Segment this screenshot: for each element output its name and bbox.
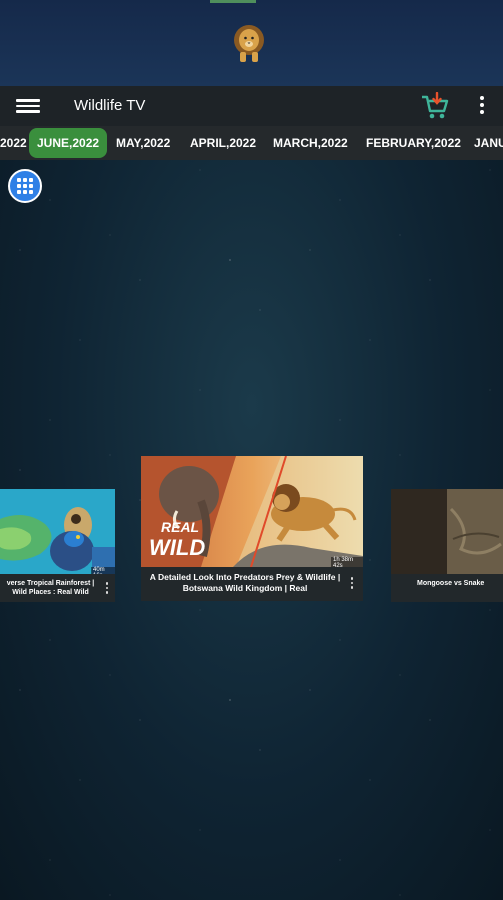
video-caption: verse Tropical Rainforest | Wild Places …: [0, 574, 115, 602]
thumbnail-real-text: REAL: [161, 519, 199, 535]
lion-logo-icon: [234, 25, 264, 62]
header-banner: [0, 0, 503, 86]
video-thumbnail: [391, 489, 503, 574]
video-thumbnail: [0, 489, 115, 574]
more-vertical-icon[interactable]: [476, 94, 488, 118]
tab-january-2022[interactable]: JANU: [466, 128, 503, 158]
video-caption: Mongoose vs Snake: [391, 574, 503, 602]
card-more-icon[interactable]: [102, 582, 112, 596]
grid-apps-icon: [17, 178, 33, 194]
video-card-botswana[interactable]: REAL WILD 1h 38m 42s A Detailed Look Int…: [141, 456, 363, 601]
tab-april-2022[interactable]: APRIL,2022: [182, 128, 264, 158]
thumbnail-wild-text: WILD: [149, 535, 205, 560]
grid-apps-button[interactable]: [8, 169, 42, 203]
tab-february-2022[interactable]: FEBRUARY,2022: [358, 128, 469, 158]
video-thumbnail: REAL WILD: [141, 456, 363, 567]
cart-download-icon[interactable]: [420, 92, 450, 120]
video-caption: A Detailed Look Into Predators Prey & Wi…: [141, 567, 363, 601]
status-strip: [210, 0, 256, 3]
card-more-icon[interactable]: [347, 577, 357, 591]
hamburger-menu-icon[interactable]: [16, 96, 40, 116]
tab-march-2022[interactable]: MARCH,2022: [265, 128, 356, 158]
tab-june-2022[interactable]: JUNE,2022: [29, 128, 108, 158]
video-card-mongoose[interactable]: Mongoose vs Snake: [391, 489, 503, 602]
app-title: Wildlife TV: [74, 97, 146, 114]
app-toolbar: Wildlife TV: [0, 86, 503, 126]
tab-may-2022[interactable]: MAY,2022: [108, 128, 178, 158]
month-tabs: 2022 JUNE,2022 MAY,2022 APRIL,2022 MARCH…: [0, 126, 503, 160]
video-card-rainforest[interactable]: 40m 16s verse Tropical Rainforest | Wild…: [0, 489, 115, 602]
